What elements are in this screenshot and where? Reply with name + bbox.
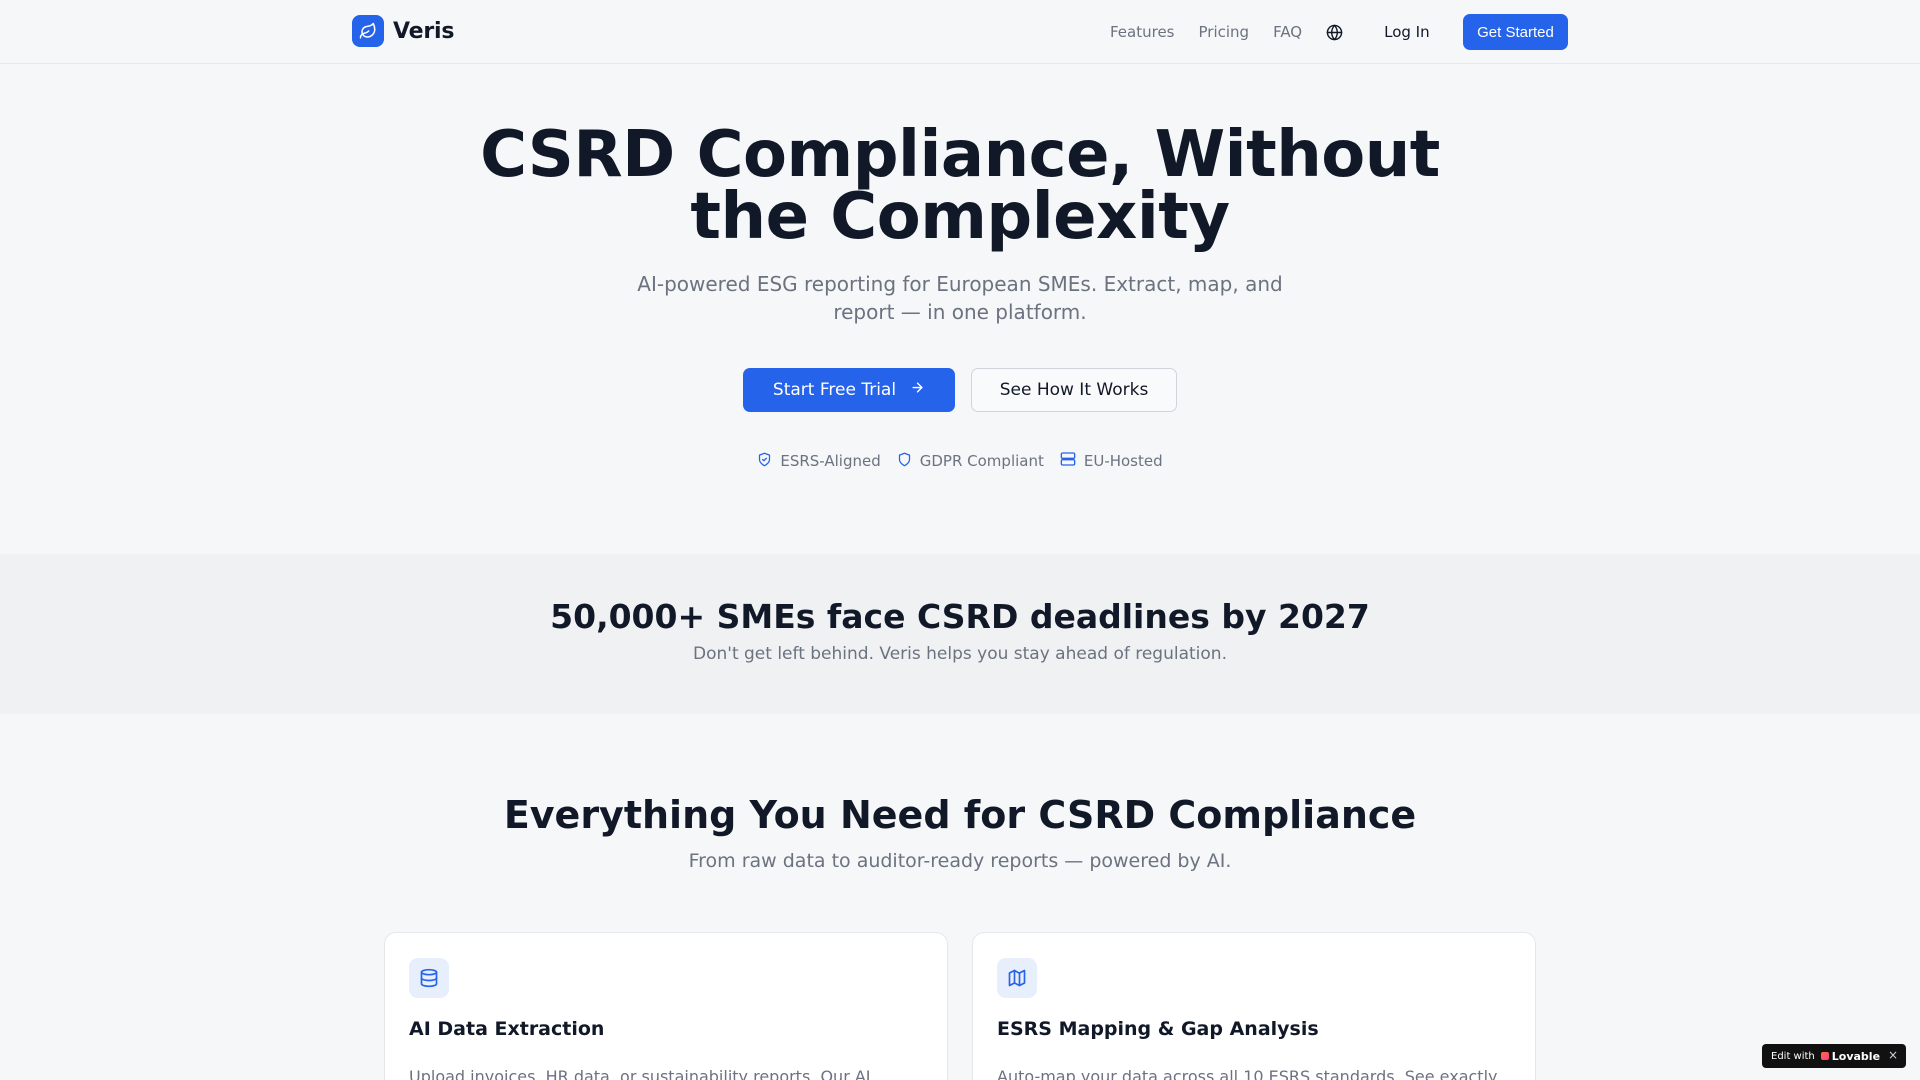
- hero-title: CSRD Compliance, Without the Complexity: [0, 123, 1920, 249]
- globe-icon[interactable]: [1326, 23, 1344, 41]
- nav-links: Features Pricing FAQ Log In: [1110, 0, 1470, 64]
- hero-subtitle: AI-powered ESG reporting for European SM…: [637, 272, 1283, 324]
- features-title: Everything You Need for CSRD Compliance: [503, 793, 1417, 837]
- edit-badge-label: Edit with: [1771, 1050, 1815, 1062]
- hero-cta-row: Start Free Trial See How It Works: [0, 368, 1920, 412]
- feature-card-title: AI Data Extraction: [409, 1018, 605, 1040]
- see-how-it-works-button[interactable]: See How It Works: [971, 368, 1177, 412]
- hero-title-line-2: the Complexity: [690, 180, 1230, 254]
- feature-card-text: Auto-map your data across all 10 ESRS st…: [997, 1067, 1498, 1080]
- brand[interactable]: Veris: [352, 15, 454, 47]
- deadline-title: 50,000+ SMEs face CSRD deadlines by 2027: [550, 597, 1370, 636]
- leaf-logo-icon: [352, 15, 384, 47]
- badge-label: EU-Hosted: [1083, 452, 1163, 470]
- arrow-right-icon: [910, 380, 925, 400]
- feature-card-esrs-mapping: ESRS Mapping & Gap Analysis Auto-map you…: [972, 932, 1536, 1080]
- map-icon: [997, 958, 1037, 998]
- feature-card-title: ESRS Mapping & Gap Analysis: [997, 1018, 1319, 1040]
- badge-eu-hosted: EU-Hosted: [1060, 451, 1163, 471]
- feature-card-ai-extraction: AI Data Extraction Upload invoices, HR d…: [384, 932, 948, 1080]
- shield-icon: [897, 452, 912, 471]
- top-nav: Veris Features Pricing FAQ Log In Get St…: [0, 0, 1920, 64]
- features-subtitle: From raw data to auditor-ready reports —…: [688, 850, 1232, 872]
- badge-gdpr: GDPR Compliant: [897, 451, 1044, 471]
- badge-label: ESRS-Aligned: [780, 452, 881, 470]
- start-free-trial-button[interactable]: Start Free Trial: [743, 368, 955, 412]
- login-button[interactable]: Log In: [1384, 23, 1430, 41]
- badge-label: GDPR Compliant: [919, 452, 1044, 470]
- shield-check-icon: [757, 452, 772, 471]
- get-started-button[interactable]: Get Started: [1463, 14, 1568, 50]
- close-icon[interactable]: ×: [1888, 1048, 1898, 1062]
- start-free-trial-label: Start Free Trial: [772, 380, 897, 400]
- nav-link-faq[interactable]: FAQ: [1273, 23, 1302, 41]
- nav-link-pricing[interactable]: Pricing: [1199, 23, 1250, 41]
- deadline-subtitle: Don't get left behind. Veris helps you s…: [693, 644, 1227, 664]
- trust-badges: ESRS-Aligned GDPR Compliant EU-Hosted: [0, 451, 1920, 471]
- lovable-brand-text: Lovable: [1831, 1049, 1881, 1063]
- nav-link-features[interactable]: Features: [1110, 23, 1175, 41]
- badge-esrs: ESRS-Aligned: [757, 451, 881, 471]
- lovable-heart-icon: [1820, 1052, 1829, 1060]
- lovable-logo: Lovable: [1820, 1049, 1881, 1063]
- brand-name: Veris: [393, 18, 455, 44]
- feature-card-text: Upload invoices, HR data, or sustainabil…: [409, 1067, 871, 1080]
- database-icon: [409, 958, 449, 998]
- edit-with-lovable-badge[interactable]: Edit with Lovable ×: [1762, 1044, 1906, 1068]
- server-icon: [1060, 451, 1076, 471]
